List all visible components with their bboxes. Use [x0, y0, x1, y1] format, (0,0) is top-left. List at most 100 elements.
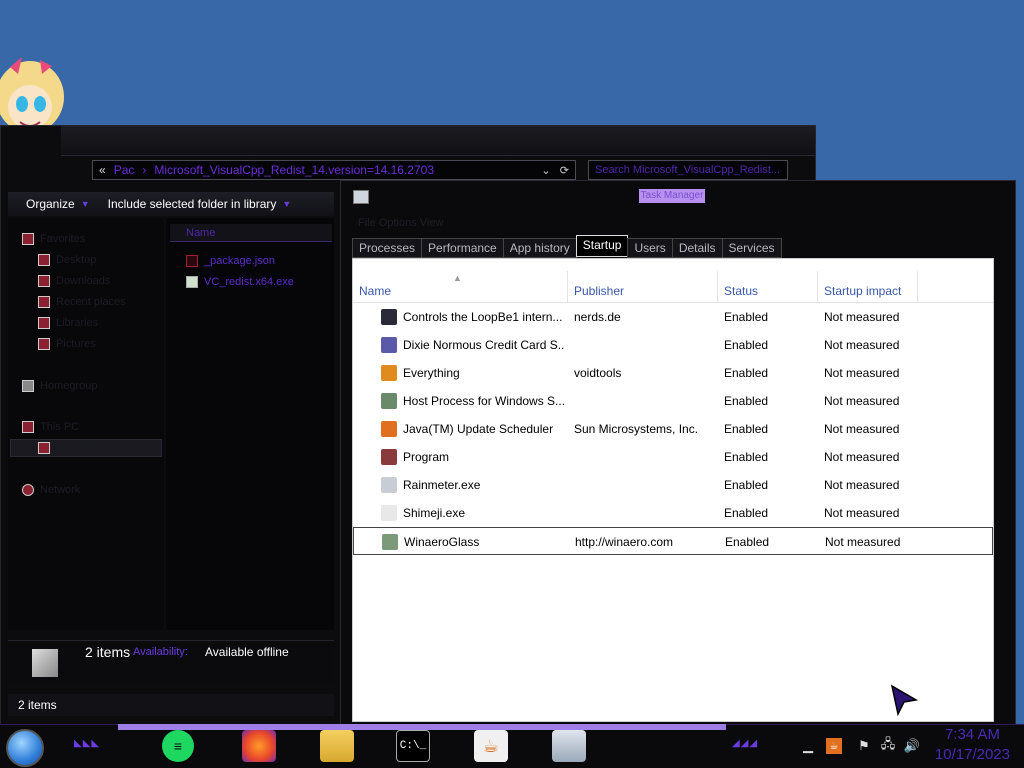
- column-header-name[interactable]: ▲ Name: [353, 271, 568, 303]
- clock-date[interactable]: 10/17/2023: [935, 746, 1010, 763]
- file-name: VC_redist.x64.exe: [204, 276, 294, 288]
- nav-label: Local Disk (C:): [56, 442, 129, 454]
- tab-services[interactable]: Services: [721, 238, 782, 258]
- nav-item-desktop[interactable]: Desktop: [38, 254, 96, 266]
- table-row[interactable]: Java(TM) Update Scheduler Sun Microsystem…: [353, 415, 993, 443]
- table-row[interactable]: Everything voidtools Enabled Not measured: [353, 359, 993, 387]
- action-center-icon[interactable]: ⚑: [856, 738, 872, 754]
- star-icon: [22, 233, 34, 245]
- firefox-icon[interactable]: [242, 730, 276, 762]
- startup-publisher: voidtools: [574, 366, 622, 380]
- startup-impact: Not measured: [824, 422, 900, 436]
- tab-app-history[interactable]: App history: [502, 238, 577, 258]
- nav-label: Downloads: [56, 275, 111, 287]
- nav-item-pictures[interactable]: Pictures: [38, 338, 96, 350]
- nav-item-local-disk[interactable]: Local Disk (C:): [38, 442, 128, 454]
- downloads-icon: [38, 275, 50, 287]
- startup-status: Enabled: [724, 366, 769, 380]
- task-manager-icon: [353, 190, 369, 204]
- startup-name: Controls the LoopBe1 intern...: [403, 310, 563, 324]
- spotify-icon[interactable]: ≡: [162, 730, 194, 762]
- tab-details[interactable]: Details: [671, 238, 723, 258]
- startup-name: Java(TM) Update Scheduler: [403, 422, 554, 436]
- explorer-titlebar[interactable]: [61, 126, 815, 156]
- volume-icon[interactable]: 🔊: [904, 738, 920, 754]
- decorative-dots-icon: ◢◢◢: [732, 738, 759, 749]
- file-explorer-icon[interactable]: [320, 730, 354, 762]
- nav-label: This PC: [40, 421, 80, 433]
- nav-label: Network: [40, 484, 81, 496]
- java-tray-icon[interactable]: ☕: [826, 738, 842, 754]
- pictures-icon: [38, 338, 50, 350]
- mouse-cursor-icon: [890, 684, 918, 717]
- nav-item-downloads[interactable]: Downloads: [38, 275, 110, 287]
- table-row[interactable]: Program Enabled Not measured: [353, 443, 993, 471]
- program-icon: [381, 449, 397, 465]
- startup-status: Enabled: [724, 478, 769, 492]
- decorative-dots-icon: ◣◣◣: [74, 738, 101, 749]
- nav-item-this-pc[interactable]: This PC: [22, 421, 79, 433]
- file-thumbnail-icon: [32, 649, 58, 677]
- include-in-library-button[interactable]: Include selected folder in library ▼: [108, 197, 292, 211]
- startup-panel: ▲ Name Publisher Status Startup impact C…: [352, 258, 994, 722]
- file-item[interactable]: VC_redist.x64.exe: [186, 276, 294, 288]
- library-icon: [38, 317, 50, 329]
- chevron-down-icon: ▼: [282, 199, 292, 209]
- breadcrumb-pac[interactable]: Pac: [114, 163, 135, 177]
- startup-impact: Not measured: [824, 310, 900, 324]
- table-row[interactable]: WinaeroGlass http://winaero.com Enabled Not…: [353, 527, 993, 555]
- nav-item-recent[interactable]: Recent places: [38, 296, 126, 308]
- column-label: Name: [186, 227, 216, 239]
- java-icon[interactable]: ☕: [474, 730, 508, 762]
- nav-label: Recent places: [56, 296, 126, 308]
- startup-publisher: [574, 471, 714, 499]
- column-header-name[interactable]: Name: [170, 224, 332, 242]
- tab-processes[interactable]: Processes: [352, 238, 423, 258]
- table-row[interactable]: Dixie Normous Credit Card S... Enabled Not…: [353, 331, 993, 359]
- table-row[interactable]: Rainmeter.exe Enabled Not measured: [353, 471, 993, 499]
- tab-users[interactable]: Users: [627, 238, 673, 258]
- clock-time[interactable]: 7:34 AM: [945, 726, 1000, 743]
- address-dropdown-refresh[interactable]: ⌄ ⟳: [541, 164, 569, 177]
- drop-icon: [381, 477, 397, 493]
- tab-startup[interactable]: Startup: [575, 235, 629, 257]
- startup-status: Enabled: [724, 394, 769, 408]
- availability-label: Availability:: [133, 646, 188, 658]
- window-icon: [381, 393, 397, 409]
- breadcrumb-chevron-icon: ›: [142, 163, 147, 177]
- table-row[interactable]: Host Process for Windows S... Enabled Not …: [353, 387, 993, 415]
- address-bar[interactable]: « Pac › Microsoft_VisualCpp_Redist_14.ve…: [92, 160, 576, 180]
- explorer-toolbar: Organize ▼ Include selected folder in li…: [8, 192, 334, 216]
- command-prompt-icon[interactable]: C:\_: [396, 730, 430, 762]
- breadcrumb-current[interactable]: Microsoft_VisualCpp_Redist_14.version=14…: [154, 163, 434, 177]
- network-tray-icon[interactable]: 🖧: [880, 736, 896, 754]
- column-label: Publisher: [574, 284, 625, 298]
- column-label: Status: [724, 284, 759, 298]
- file-item[interactable]: _package.json: [186, 255, 275, 267]
- column-header-publisher[interactable]: Publisher: [568, 271, 718, 303]
- organize-button[interactable]: Organize ▼: [26, 197, 90, 211]
- table-row[interactable]: Shimeji.exe Enabled Not measured: [353, 499, 993, 527]
- tray-overflow-icon[interactable]: ▁: [800, 738, 816, 754]
- tab-performance[interactable]: Performance: [421, 238, 504, 258]
- search-input[interactable]: Search Microsoft_VisualCpp_Redist...: [588, 160, 788, 180]
- startup-publisher: [574, 387, 714, 415]
- startup-publisher: Sun Microsystems, Inc.: [574, 422, 699, 436]
- table-row[interactable]: Controls the LoopBe1 intern... nerds.de En…: [353, 303, 993, 331]
- startup-publisher: [574, 331, 714, 359]
- nav-label: Libraries: [56, 317, 99, 329]
- nav-item-libraries[interactable]: Libraries: [38, 317, 98, 329]
- nav-item-network[interactable]: Network: [22, 484, 80, 496]
- task-manager-taskbar-icon[interactable]: [552, 730, 586, 762]
- nav-item-favorites[interactable]: Favorites: [22, 233, 85, 245]
- column-header-status[interactable]: Status: [718, 271, 818, 303]
- nav-item-homegroup[interactable]: Homegroup: [22, 380, 97, 392]
- menu-bar[interactable]: File Options View: [352, 214, 994, 232]
- startup-name: Shimeji.exe: [403, 506, 466, 520]
- startup-name: Program: [403, 450, 450, 464]
- start-button[interactable]: [6, 729, 44, 767]
- address-overflow[interactable]: «: [99, 163, 106, 177]
- startup-name: Host Process for Windows S...: [403, 394, 565, 408]
- column-header-startup-impact[interactable]: Startup impact: [818, 271, 918, 303]
- table-header: ▲ Name Publisher Status Startup impact: [353, 271, 993, 303]
